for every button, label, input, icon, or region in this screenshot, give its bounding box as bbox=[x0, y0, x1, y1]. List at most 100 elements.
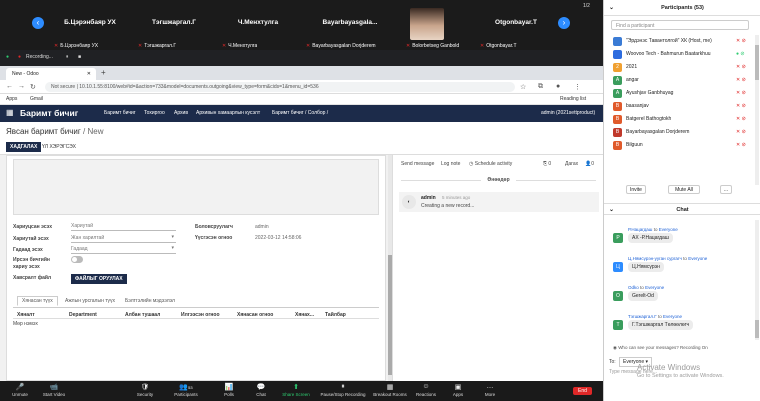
app-brand: Баримт бичиг bbox=[20, 108, 79, 118]
breakout-rooms-button[interactable]: ▦ Breakout Rooms bbox=[370, 383, 410, 397]
avatar: A bbox=[613, 76, 622, 85]
start-video-button[interactable]: 📹 Start Video bbox=[34, 383, 74, 397]
pause-recording-button[interactable]: ⏸ bbox=[66, 54, 69, 60]
more-button[interactable]: … More bbox=[470, 383, 510, 397]
column-header[interactable]: Албан тушаал bbox=[125, 312, 160, 318]
field-select[interactable]: Жан харилтай ▾ bbox=[71, 234, 176, 243]
reading-list[interactable]: Reading list bbox=[560, 96, 586, 102]
menu-icon[interactable]: ⋮ bbox=[574, 83, 581, 91]
save-button[interactable]: ХАДГАЛАХ bbox=[6, 142, 42, 152]
reload-icon[interactable]: ↻ bbox=[30, 83, 36, 91]
apps-bookmark[interactable]: Apps bbox=[6, 96, 17, 102]
chevron-down-icon[interactable]: ⌄ bbox=[609, 4, 614, 11]
field-input[interactable]: Хариутай bbox=[71, 223, 176, 231]
participant-search-input[interactable]: Find a participant bbox=[611, 20, 749, 30]
browser-tab[interactable]: New - Odoo ✕ bbox=[6, 68, 96, 80]
add-line-link[interactable]: Мөр нэмэх bbox=[13, 321, 38, 327]
participant-row[interactable]: Woovoo Tech - Bahmurun Baatarkhuu ● ⊘ bbox=[611, 49, 751, 60]
gallery-prev-button[interactable]: ‹ bbox=[32, 17, 44, 29]
new-tab-button[interactable]: + bbox=[101, 68, 106, 77]
upload-file-button[interactable]: ФАЙЛЫГ ОРУУЛАХ bbox=[71, 274, 127, 284]
user-menu[interactable]: admin (2021settproduct) bbox=[541, 110, 595, 116]
chat-scrollbar[interactable] bbox=[755, 220, 759, 340]
form-area: Хариуцсан эсэх Хариутай Хариутай эсэх Жа… bbox=[0, 155, 392, 381]
attachment-count[interactable]: ⎘ 0 bbox=[543, 161, 551, 167]
url-input[interactable]: Not secure | 10.10.1.55:8100/web#id=&act… bbox=[45, 82, 515, 92]
security-button[interactable]: 🛡 Security bbox=[125, 383, 165, 397]
video-icon: 📹 bbox=[49, 384, 59, 391]
column-header[interactable]: Хянах... bbox=[295, 312, 314, 318]
star-icon[interactable]: ☆ bbox=[520, 83, 526, 91]
invite-button[interactable]: Invite bbox=[626, 185, 646, 194]
content-textarea[interactable] bbox=[13, 159, 379, 215]
participant-row[interactable]: B Batgerel Bathogtokh ✕ ⊘ bbox=[611, 114, 751, 125]
share-screen-button[interactable]: ⬆ Share Screen bbox=[276, 383, 316, 397]
participant-row[interactable]: 2 2021 ✕ ⊘ bbox=[611, 62, 751, 73]
log-note-button[interactable]: Log note bbox=[441, 161, 460, 167]
video-tile[interactable]: Ч.Менхтулга ✕ Ч.Менхтулга bbox=[218, 0, 298, 50]
profile-icon[interactable]: ● bbox=[556, 83, 560, 90]
column-header[interactable]: Хянасан огноо bbox=[237, 312, 273, 318]
more-options-button[interactable]: ... bbox=[720, 185, 732, 194]
reply-toggle[interactable] bbox=[71, 256, 83, 263]
avatar: ◐ bbox=[402, 195, 416, 209]
mic-muted-icon: ✕ ⊘ bbox=[736, 90, 746, 96]
participant-row[interactable]: B Bayarbayasgalan Dorjderem ✕ ⊘ bbox=[611, 127, 751, 138]
video-tile[interactable]: ✕ Bolorbetseg Ganbold bbox=[402, 0, 472, 50]
menu-archive[interactable]: Архив bbox=[174, 110, 188, 116]
column-header[interactable]: Department bbox=[69, 312, 97, 318]
who-can-see-link[interactable]: ◉ Who can see your messages? Recording O… bbox=[613, 345, 708, 351]
video-tile[interactable]: Otgonbayar.T ✕ Otgonbayar.T bbox=[476, 0, 556, 50]
app-grid-icon[interactable]: ▦ bbox=[6, 108, 14, 117]
end-meeting-button[interactable]: End bbox=[573, 387, 592, 395]
followers-count[interactable]: 👤0 bbox=[585, 161, 594, 167]
participant-row[interactable]: Bbaasanjav ✕ ⊘ bbox=[611, 101, 751, 112]
close-icon[interactable]: ✕ bbox=[87, 71, 91, 77]
video-tile[interactable]: Б.Цэрэнбаяр УХ ✕ Б.Цэрэнбаяр УХ bbox=[50, 0, 130, 50]
menu-doc-path[interactable]: Баримт бичиг / Солбор / bbox=[272, 110, 328, 116]
send-message-button[interactable]: Send message bbox=[401, 161, 434, 167]
chat-button[interactable]: 💬 Chat bbox=[241, 383, 281, 397]
chat-bubble: Ц.Нямсүрэн bbox=[628, 262, 664, 272]
participants-scrollbar[interactable] bbox=[755, 35, 759, 185]
chevron-down-icon[interactable]: ⌄ bbox=[609, 206, 614, 213]
forward-icon[interactable]: → bbox=[18, 83, 25, 90]
mute-all-button[interactable]: Mute All bbox=[668, 185, 700, 194]
message-time: 5 minutes ago bbox=[442, 195, 471, 200]
toggle-label: Ирсэн бичгийн хариу эсэх bbox=[13, 257, 50, 270]
participant-row[interactable]: "Эрдэнэс Тавантолгой" ХК (Host, me) ✕ ⊘ bbox=[611, 36, 751, 47]
stop-recording-button[interactable]: ■ bbox=[78, 54, 81, 60]
tab-workflow-history[interactable]: Ажлын урсгалын түүх bbox=[65, 298, 115, 304]
gallery-next-button[interactable]: › bbox=[558, 17, 570, 29]
video-tile[interactable]: Bayarbayasgala... ✕ Bayarbayasgalan Dorjd… bbox=[302, 0, 398, 50]
follow-button[interactable]: Дагах bbox=[565, 161, 578, 167]
back-icon[interactable]: ← bbox=[6, 83, 13, 90]
bookmarks-bar: Apps Gmail Reading list bbox=[0, 94, 603, 105]
column-header[interactable]: Хяналт bbox=[17, 312, 35, 318]
table-header: Хяналт Department Албан тушаал Илгээсэн … bbox=[13, 310, 379, 319]
schedule-activity-button[interactable]: ◷ Schedule activity bbox=[469, 161, 512, 167]
field-select[interactable]: Гадаад ▾ bbox=[71, 245, 176, 254]
participant-row[interactable]: A Ayushjav Ganbhuyag ✕ ⊘ bbox=[611, 88, 751, 99]
menu-archive-request[interactable]: Архивын хамаарлын кусэлт bbox=[196, 110, 260, 116]
menu-settings[interactable]: Тохиргоо bbox=[144, 110, 165, 116]
pause-stop-recording-button[interactable]: ⏸ Pause/Stop Recording bbox=[318, 383, 368, 397]
participant-row[interactable]: B Bilguun ✕ ⊘ bbox=[611, 140, 751, 151]
mic-muted-icon: ✕ bbox=[406, 43, 411, 49]
participant-video bbox=[410, 8, 444, 40]
video-tile[interactable]: Тэгшжаргал.Г ✕ Тэгшжаргал.Г bbox=[134, 0, 214, 50]
breadcrumb-root[interactable]: Явсан баримт бичиг bbox=[6, 127, 81, 136]
mic-muted-icon: ✕ ⊘ bbox=[736, 64, 746, 70]
participants-button[interactable]: 👥53 Participants bbox=[166, 383, 206, 397]
gmail-bookmark[interactable]: Gmail bbox=[30, 96, 43, 102]
participant-row[interactable]: Aangar ✕ ⊘ bbox=[611, 75, 751, 86]
column-header[interactable]: Тайлбар bbox=[325, 312, 346, 318]
form-actions: ХАДГАЛАХ ҮЛ ХЭРЭГСЭХ bbox=[0, 140, 603, 155]
discard-button[interactable]: ҮЛ ХЭРЭГСЭХ bbox=[42, 144, 76, 150]
extensions-icon[interactable]: ⧉ bbox=[538, 83, 543, 91]
menu-documents[interactable]: Баримт бичиг bbox=[104, 110, 136, 116]
tab-preparation-info[interactable]: Бэлтгэлийн мэдээлэл bbox=[125, 298, 175, 304]
tab-review-history[interactable]: Хянасан түүх bbox=[17, 296, 58, 306]
column-header[interactable]: Илгээсэн огноо bbox=[181, 312, 220, 318]
avatar: P bbox=[613, 233, 623, 243]
